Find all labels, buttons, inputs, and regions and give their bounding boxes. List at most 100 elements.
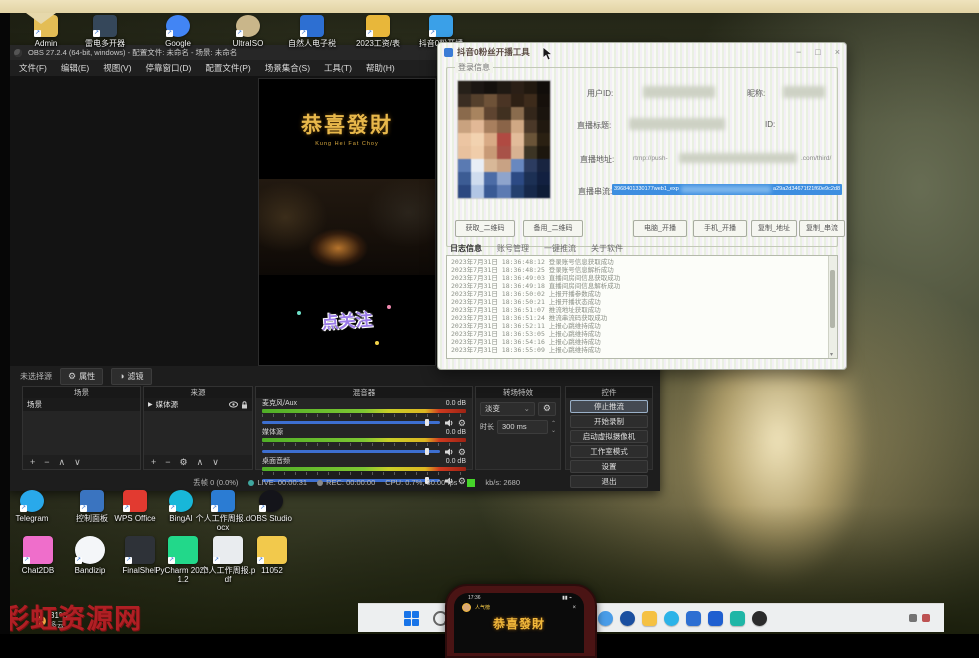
desktop-icon[interactable]: ↗ 雷电多开器 xyxy=(76,15,134,48)
scrollbar-thumb[interactable] xyxy=(830,270,835,328)
scene-item[interactable]: 场景 xyxy=(23,398,140,411)
menu-item[interactable]: 工具(T) xyxy=(317,62,359,74)
remove-scene-button[interactable]: − xyxy=(44,457,49,467)
dialog-tab[interactable]: 关于软件 xyxy=(591,243,623,254)
filters-button[interactable]: ◑ 滤镜 xyxy=(111,368,151,385)
dialog-tab[interactable]: 账号管理 xyxy=(497,243,529,254)
app-icon[interactable]: ↗ xyxy=(123,490,147,512)
tray-icon[interactable] xyxy=(909,614,917,622)
taskbar-app-icon[interactable] xyxy=(708,611,723,626)
scene-down-button[interactable]: ∨ xyxy=(74,457,81,468)
desktop-icon[interactable]: ↗ 自然人电子税 xyxy=(283,15,341,48)
source-properties-button[interactable]: ⚙ xyxy=(180,458,188,466)
menu-item[interactable]: 停靠窗口(D) xyxy=(139,62,199,74)
app-icon[interactable]: ↗ xyxy=(93,15,117,37)
app-icon[interactable]: ↗ xyxy=(166,15,190,37)
desktop-icon[interactable]: ↗ Telegram xyxy=(3,490,61,523)
taskbar-app-icon[interactable] xyxy=(664,611,679,626)
app-icon[interactable]: ↗ xyxy=(257,536,287,564)
control-button[interactable]: 停止推流 xyxy=(570,400,648,413)
control-button[interactable]: 开始录制 xyxy=(570,415,648,428)
app-icon[interactable]: ↗ xyxy=(429,15,453,37)
scroll-down-arrow-icon[interactable]: ▾ xyxy=(830,351,833,358)
copy-streamkey-button[interactable]: 复制_串流 xyxy=(799,220,845,237)
menu-item[interactable]: 编辑(E) xyxy=(54,62,96,74)
video-canvas[interactable]: 恭喜發財 Kung Hei Fat Choy 点关注 xyxy=(258,78,436,366)
properties-button[interactable]: ⚙ 属性 xyxy=(60,368,103,385)
taskbar-app-icon[interactable] xyxy=(730,611,745,626)
menu-item[interactable]: 文件(F) xyxy=(12,62,54,74)
app-icon[interactable]: ↗ xyxy=(75,536,105,564)
app-icon[interactable]: ↗ xyxy=(366,15,390,37)
phone-start-stream-button[interactable]: 手机_开播 xyxy=(693,220,747,237)
control-button[interactable]: 工作室模式 xyxy=(570,445,648,458)
app-icon[interactable]: ↗ xyxy=(259,490,283,512)
menu-item[interactable]: 场景集合(S) xyxy=(258,62,317,74)
minimize-button[interactable]: − xyxy=(796,47,801,57)
channel-gear-icon[interactable]: ⚙ xyxy=(458,448,466,456)
desktop-icon[interactable]: ↗ UltraISO xyxy=(219,15,277,48)
app-icon[interactable]: ↗ xyxy=(168,536,198,564)
start-button[interactable] xyxy=(404,611,419,626)
channel-gear-icon[interactable]: ⚙ xyxy=(458,419,466,427)
visibility-eye-icon[interactable] xyxy=(229,401,238,408)
get-qrcode-button[interactable]: 获取_二维码 xyxy=(455,220,515,237)
dialog-titlebar[interactable]: 抖音0粉丝开播工具 − □ × xyxy=(438,43,846,61)
app-icon[interactable]: ↗ xyxy=(213,536,243,564)
app-icon[interactable]: ↗ xyxy=(23,536,53,564)
desktop-icon[interactable]: ↗ Chat2DB xyxy=(9,536,67,575)
desktop-icon[interactable]: ↗ 2023工资/表 xyxy=(349,15,407,48)
scene-up-button[interactable]: ∧ xyxy=(59,457,66,468)
transition-gear-button[interactable]: ⚙ xyxy=(538,402,556,416)
speaker-icon[interactable] xyxy=(444,447,454,457)
dialog-tab[interactable]: 日志信息 xyxy=(450,243,482,254)
close-button[interactable]: × xyxy=(835,47,840,57)
log-scrollbar[interactable]: ▾ xyxy=(828,256,837,358)
backup-qrcode-button[interactable]: 备用_二维码 xyxy=(523,220,583,237)
source-down-button[interactable]: ∨ xyxy=(212,457,219,468)
taskbar-app-icon[interactable] xyxy=(686,611,701,626)
taskbar-app-icon[interactable] xyxy=(620,611,635,626)
taskbar-app-icon[interactable] xyxy=(642,611,657,626)
desktop-icon[interactable]: ↗ OBS Studio xyxy=(242,490,300,523)
source-item[interactable]: ▶ 媒体源 xyxy=(144,398,252,411)
source-up-button[interactable]: ∧ xyxy=(197,457,204,468)
volume-slider[interactable] xyxy=(262,421,440,424)
desktop-icon[interactable]: ↗ Google xyxy=(149,15,207,48)
user-id-value[interactable] xyxy=(643,86,715,98)
stream-key-value[interactable]: 3968401330177web1_exp a29a2d34671f21f60e… xyxy=(612,184,842,195)
menu-item[interactable]: 帮助(H) xyxy=(359,62,402,74)
duration-input[interactable]: 300 ms xyxy=(497,420,548,434)
desktop-icon[interactable]: ↗ 11052 xyxy=(243,536,301,575)
pc-start-stream-button[interactable]: 电脑_开播 xyxy=(633,220,687,237)
add-source-button[interactable]: + xyxy=(151,457,156,467)
copy-address-button[interactable]: 复制_地址 xyxy=(751,220,797,237)
remove-source-button[interactable]: − xyxy=(165,457,170,467)
menu-item[interactable]: 配置文件(P) xyxy=(198,62,257,74)
log-box[interactable]: 2023年7月31日 18:36:48:12 登录账号信息获取成功2023年7月… xyxy=(446,255,838,359)
slider-handle[interactable] xyxy=(425,419,429,426)
taskbar-app-icon[interactable] xyxy=(598,611,613,626)
app-icon[interactable]: ↗ xyxy=(169,490,193,512)
control-button[interactable]: 启动虚拟摄像机 xyxy=(570,430,648,443)
add-scene-button[interactable]: + xyxy=(30,457,35,467)
speaker-icon[interactable] xyxy=(444,418,454,428)
lock-icon[interactable] xyxy=(241,401,248,409)
volume-slider[interactable] xyxy=(262,450,440,453)
stream-title-value[interactable] xyxy=(629,118,725,130)
stepper-arrows[interactable]: ⌃⌄ xyxy=(551,420,556,434)
dialog-tab[interactable]: 一键推流 xyxy=(544,243,576,254)
app-icon[interactable]: ↗ xyxy=(125,536,155,564)
menu-item[interactable]: 视图(V) xyxy=(96,62,138,74)
app-icon[interactable]: ↗ xyxy=(300,15,324,37)
control-button[interactable]: 设置 xyxy=(570,460,648,473)
maximize-button[interactable]: □ xyxy=(815,47,820,57)
transition-select[interactable]: 淡变 ⌄ xyxy=(480,402,535,416)
app-icon[interactable]: ↗ xyxy=(211,490,235,512)
taskbar-app-icon[interactable] xyxy=(752,611,767,626)
tray-icon[interactable] xyxy=(922,614,930,622)
app-icon[interactable]: ↗ xyxy=(20,490,44,512)
slider-handle[interactable] xyxy=(425,448,429,455)
app-icon[interactable]: ↗ xyxy=(236,15,260,37)
system-tray[interactable] xyxy=(909,614,930,622)
